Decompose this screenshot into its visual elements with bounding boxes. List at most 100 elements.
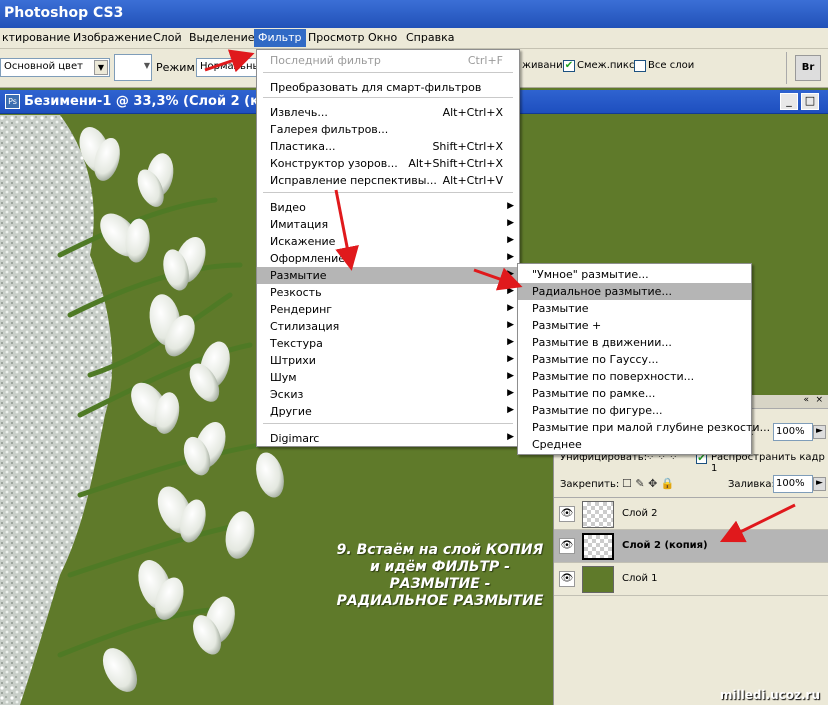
submenu-arrow-icon: ▶ xyxy=(507,354,514,364)
layer-row-selected[interactable]: 👁 Слой 2 (копия) xyxy=(554,530,828,563)
mode-label: Режим: xyxy=(156,61,199,74)
submenu-arrow-icon: ▶ xyxy=(507,303,514,313)
filter-menu-item[interactable]: Оформление ▶ xyxy=(257,250,519,267)
layer-row[interactable]: 👁 Слой 1 xyxy=(554,563,828,596)
menu-layer[interactable]: Слой xyxy=(153,31,182,44)
blur-menu-item[interactable]: Размытие по рамке... xyxy=(518,385,751,402)
filter-menu-item[interactable]: Пластика... Shift+Ctrl+X xyxy=(257,138,519,155)
filter-menu-item[interactable]: Галерея фильтров... xyxy=(257,121,519,138)
layer-name: Слой 2 (копия) xyxy=(622,540,708,551)
blur-menu-item[interactable]: Размытие + xyxy=(518,317,751,334)
menu-window[interactable]: Окно xyxy=(368,31,397,44)
menu-item-shortcut: Shift+Ctrl+X xyxy=(432,140,503,153)
filter-menu-item[interactable]: Стилизация ▶ xyxy=(257,318,519,335)
filter-menu-item[interactable]: Digimarc ▶ xyxy=(257,430,519,447)
close-icon[interactable]: × xyxy=(815,395,823,405)
blur-menu-item[interactable]: Размытие по фигуре... xyxy=(518,402,751,419)
lock-label: Закрепить: xyxy=(560,479,620,490)
filter-menu-item[interactable]: Преобразовать для смарт-фильтров xyxy=(257,79,519,96)
filter-menu-item[interactable]: Искажение ▶ xyxy=(257,233,519,250)
menu-item-label: Рендеринг xyxy=(270,303,333,316)
menu-image[interactable]: Изображение xyxy=(73,31,152,44)
mode-value: Нормальный xyxy=(200,61,257,72)
blur-menu-item[interactable]: Размытие при малой глубине резкости... xyxy=(518,419,770,436)
contiguous-label: Смеж.пикс xyxy=(577,60,635,71)
filter-menu-item[interactable]: Рендеринг ▶ xyxy=(257,301,519,318)
submenu-arrow-icon: ▶ xyxy=(507,405,514,415)
menu-separator xyxy=(263,423,513,424)
filter-menu-item[interactable]: Шум ▶ xyxy=(257,369,519,386)
blur-menu-item[interactable]: Размытие xyxy=(518,300,751,317)
contiguous-checkbox[interactable]: ✔ xyxy=(563,60,575,72)
eye-icon[interactable]: 👁 xyxy=(559,571,575,587)
chevron-down-icon[interactable]: ▼ xyxy=(144,61,150,70)
submenu-arrow-icon: ▶ xyxy=(507,388,514,398)
submenu-arrow-icon: ▶ xyxy=(507,252,514,262)
filter-menu-item[interactable]: Штрихи ▶ xyxy=(257,352,519,369)
fill-source-select[interactable]: Основной цвет ▼ xyxy=(0,58,110,77)
menu-item-shortcut: Ctrl+F xyxy=(467,54,503,67)
eye-icon[interactable]: 👁 xyxy=(559,506,575,522)
chevron-down-icon[interactable]: ▼ xyxy=(94,60,108,75)
layer-row[interactable]: 👁 Слой 2 xyxy=(554,497,828,530)
menu-item-label: Последний фильтр xyxy=(270,54,381,67)
blur-menu-item[interactable]: Размытие по поверхности... xyxy=(518,368,751,385)
blur-menu-item[interactable]: Размытие в движении... xyxy=(518,334,751,351)
menu-filter[interactable]: Фильтр xyxy=(254,29,306,47)
menu-edit[interactable]: ктирование xyxy=(2,31,70,44)
all-layers-checkbox[interactable] xyxy=(634,60,646,72)
lock-icons[interactable]: ☐ ✎ ✥ 🔒 xyxy=(622,477,674,490)
menu-item-shortcut: Alt+Ctrl+V xyxy=(442,174,503,187)
blur-menu-item[interactable]: Размытие по Гауссу... xyxy=(518,351,751,368)
filter-menu-item[interactable]: Извлечь... Alt+Ctrl+X xyxy=(257,104,519,121)
fill-label: Заливка: xyxy=(728,479,775,490)
menu-item-label: Среднее xyxy=(532,438,582,451)
menu-bar: ктирование Изображение Слой Выделение Фи… xyxy=(0,28,828,49)
filter-menu-item[interactable]: Эскиз ▶ xyxy=(257,386,519,403)
submenu-arrow-icon: ▶ xyxy=(507,371,514,381)
chevron-right-icon[interactable]: ► xyxy=(813,477,826,491)
menu-item-shortcut: Alt+Shift+Ctrl+X xyxy=(408,157,503,170)
collapse-icon[interactable]: « xyxy=(803,395,809,405)
filter-menu-item[interactable]: Другие ▶ xyxy=(257,403,519,420)
filter-menu-item[interactable]: Размытие ▶ xyxy=(257,267,519,284)
menu-select[interactable]: Выделение xyxy=(189,31,255,44)
mode-select[interactable]: Нормальный xyxy=(196,58,258,77)
opacity-field[interactable]: 100% xyxy=(773,423,813,441)
menu-item-label: Видео xyxy=(270,201,306,214)
menu-separator xyxy=(263,97,513,98)
menu-item-label: Размытие xyxy=(270,269,327,282)
menu-item-label: Конструктор узоров... xyxy=(270,157,398,170)
caption-line: и идём ФИЛЬТР - xyxy=(369,559,510,575)
filter-menu-item[interactable]: Текстура ▶ xyxy=(257,335,519,352)
bridge-icon[interactable]: Br xyxy=(795,55,821,81)
pattern-picker[interactable]: ▼ xyxy=(114,54,152,81)
filter-menu: Последний фильтр Ctrl+F Преобразовать для … xyxy=(256,49,520,447)
filter-menu-item[interactable]: Видео ▶ xyxy=(257,199,519,216)
menu-item-label: Размытие + xyxy=(532,319,602,332)
submenu-arrow-icon: ▶ xyxy=(507,201,514,211)
menu-item-label: Пластика... xyxy=(270,140,336,153)
menu-item-label: Digimarc xyxy=(270,432,320,445)
menu-separator xyxy=(263,192,513,193)
maximize-button[interactable]: □ xyxy=(801,93,819,110)
tutorial-caption: 9. Встаём на слой КОПИЯ и идём ФИЛЬТР - … xyxy=(300,542,580,610)
filter-menu-item[interactable]: Имитация ▶ xyxy=(257,216,519,233)
eye-icon[interactable]: 👁 xyxy=(559,538,575,554)
menu-item-label: Исправление перспективы... xyxy=(270,174,437,187)
fill-source-value: Основной цвет xyxy=(4,61,83,72)
divider xyxy=(786,52,787,84)
filter-menu-item[interactable]: Конструктор узоров... Alt+Shift+Ctrl+X xyxy=(257,155,519,172)
fill-field[interactable]: 100% xyxy=(773,475,813,493)
menu-item-label: Размытие по Гауссу... xyxy=(532,353,659,366)
menu-view[interactable]: Просмотр xyxy=(308,31,364,44)
blur-menu-item[interactable]: "Умное" размытие... xyxy=(518,266,751,283)
blur-menu-item[interactable]: Радиальное размытие... xyxy=(518,283,751,300)
filter-menu-item[interactable]: Резкость ▶ xyxy=(257,284,519,301)
chevron-right-icon[interactable]: ► xyxy=(813,425,826,439)
filter-menu-item[interactable]: Исправление перспективы... Alt+Ctrl+V xyxy=(257,172,519,189)
minimize-button[interactable]: _ xyxy=(780,93,798,110)
menu-help[interactable]: Справка xyxy=(406,31,454,44)
layer-thumbnail xyxy=(582,501,614,528)
blur-menu-item[interactable]: Среднее xyxy=(518,436,751,453)
